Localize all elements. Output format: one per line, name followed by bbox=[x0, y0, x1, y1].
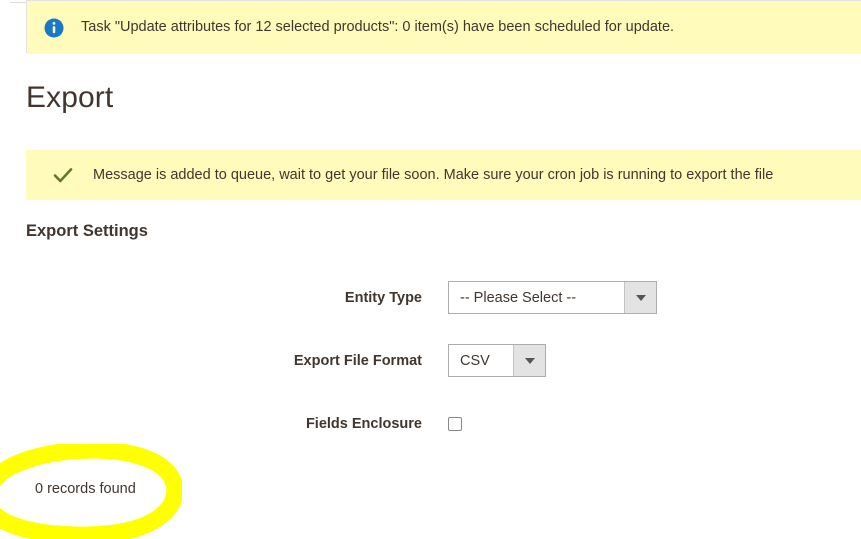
entity-type-select[interactable]: -- Please Select -- bbox=[448, 281, 657, 314]
entity-type-select-value: -- Please Select -- bbox=[449, 282, 624, 313]
records-found-label: 0 records found bbox=[35, 481, 136, 497]
fields-enclosure-checkbox[interactable] bbox=[448, 417, 462, 431]
export-file-format-select-value: CSV bbox=[449, 345, 513, 376]
export-file-format-select[interactable]: CSV bbox=[448, 344, 546, 377]
chevron-down-icon[interactable] bbox=[624, 282, 656, 313]
fields-enclosure-control bbox=[448, 417, 462, 431]
export-file-format-label: Export File Format bbox=[0, 353, 448, 369]
check-icon bbox=[52, 164, 74, 186]
entity-type-label: Entity Type bbox=[0, 290, 448, 306]
field-row-export-file-format: Export File Format CSV bbox=[0, 329, 861, 392]
success-message-banner: Message is added to queue, wait to get y… bbox=[26, 150, 861, 200]
export-settings-form: Entity Type -- Please Select -- Export F… bbox=[0, 266, 861, 455]
page-title: Export bbox=[26, 81, 113, 115]
chevron-down-icon[interactable] bbox=[513, 345, 545, 376]
info-circle-icon bbox=[44, 18, 64, 38]
caret-glyph bbox=[525, 358, 535, 364]
success-message-text: Message is added to queue, wait to get y… bbox=[93, 166, 773, 185]
info-message-banner: Task "Update attributes for 12 selected … bbox=[27, 1, 861, 54]
field-row-entity-type: Entity Type -- Please Select -- bbox=[0, 266, 861, 329]
export-page: Task "Update attributes for 12 selected … bbox=[0, 0, 861, 533]
caret-glyph bbox=[636, 295, 646, 301]
fields-enclosure-label: Fields Enclosure bbox=[0, 416, 448, 432]
export-file-format-control: CSV bbox=[448, 344, 546, 377]
entity-type-control: -- Please Select -- bbox=[448, 281, 657, 314]
export-settings-heading: Export Settings bbox=[26, 222, 148, 241]
field-row-fields-enclosure: Fields Enclosure bbox=[0, 392, 861, 455]
info-message-text: Task "Update attributes for 12 selected … bbox=[81, 18, 674, 37]
